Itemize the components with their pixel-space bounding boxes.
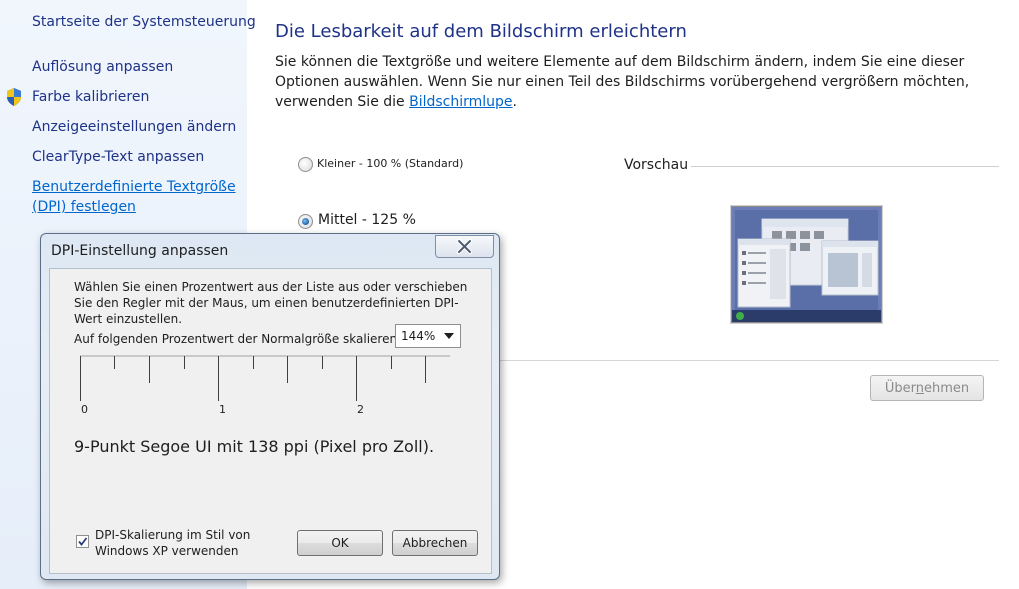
preview-image: [731, 206, 882, 323]
font-info-text: 9-Punkt Segoe UI mit 138 ppi (Pixel pro …: [74, 437, 435, 456]
page-description: Sie können die Textgröße und weitere Ele…: [275, 52, 1005, 112]
preview-divider: [691, 166, 999, 167]
close-button[interactable]: [435, 235, 494, 258]
ruler-label-1: 1: [219, 403, 226, 416]
xp-scaling-label: DPI-Skalierung im Stil von Windows XP ve…: [95, 528, 251, 558]
description-period: .: [512, 94, 517, 110]
sidebar-item-adjust-resolution[interactable]: Auflösung anpassen: [32, 57, 173, 77]
scale-dropdown[interactable]: 144%: [395, 324, 461, 348]
dpi-ruler[interactable]: 0 1 2: [80, 355, 450, 416]
uac-shield-icon: [7, 88, 21, 106]
preview-screen-illustration: [732, 207, 881, 322]
checkmark-icon: [78, 537, 88, 546]
ruler-ticks: [80, 355, 450, 401]
scale-value: 144%: [401, 329, 436, 343]
apply-label-accel: n: [915, 381, 924, 396]
page-title: Die Lesbarkeit auf dem Bildschirm erleic…: [275, 21, 687, 42]
dpi-dialog: DPI-Einstellung anpassen Wählen Sie eine…: [40, 233, 500, 580]
scale-label: Auf folgenden Prozentwert der Normalgröß…: [74, 332, 402, 346]
ruler-label-2: 2: [357, 403, 364, 416]
sidebar-item-adjust-cleartype[interactable]: ClearType-Text anpassen: [32, 147, 204, 167]
radio-medium-label: Mittel - 125 %: [318, 212, 416, 228]
close-icon: [457, 239, 472, 254]
sidebar-item-custom-dpi[interactable]: Benutzerdefinierte Textgröße (DPI) festl…: [32, 177, 237, 217]
sidebar-item-calibrate-color[interactable]: Farbe kalibrieren: [32, 87, 149, 107]
description-text: Sie können die Textgröße und weitere Ele…: [275, 54, 970, 110]
preview-label: Vorschau: [624, 157, 689, 173]
cancel-button[interactable]: Abbrechen: [392, 530, 478, 556]
chevron-down-icon: [444, 333, 454, 339]
dialog-title: DPI-Einstellung anpassen: [51, 243, 229, 259]
apply-label-post: ehmen: [924, 381, 970, 396]
radio-medium[interactable]: [298, 214, 313, 229]
radio-smaller-label: Kleiner - 100 % (Standard): [317, 157, 464, 170]
ruler-label-0: 0: [81, 403, 88, 416]
dialog-body: Wählen Sie einen Prozentwert aus der Lis…: [49, 268, 492, 574]
magnifier-link[interactable]: Bildschirmlupe: [409, 94, 512, 110]
radio-smaller[interactable]: [298, 157, 313, 172]
dialog-instructions: Wählen Sie einen Prozentwert aus der Lis…: [74, 280, 468, 326]
apply-button[interactable]: Übernehmen: [870, 375, 984, 401]
xp-scaling-checkbox[interactable]: [76, 535, 89, 548]
sidebar-item-change-display-settings[interactable]: Anzeigeeinstellungen ändern: [32, 117, 236, 137]
apply-label-pre: Über: [884, 381, 916, 396]
sidebar-item-control-panel-home[interactable]: Startseite der Systemsteuerung: [32, 12, 256, 32]
ok-button[interactable]: OK: [297, 530, 383, 556]
